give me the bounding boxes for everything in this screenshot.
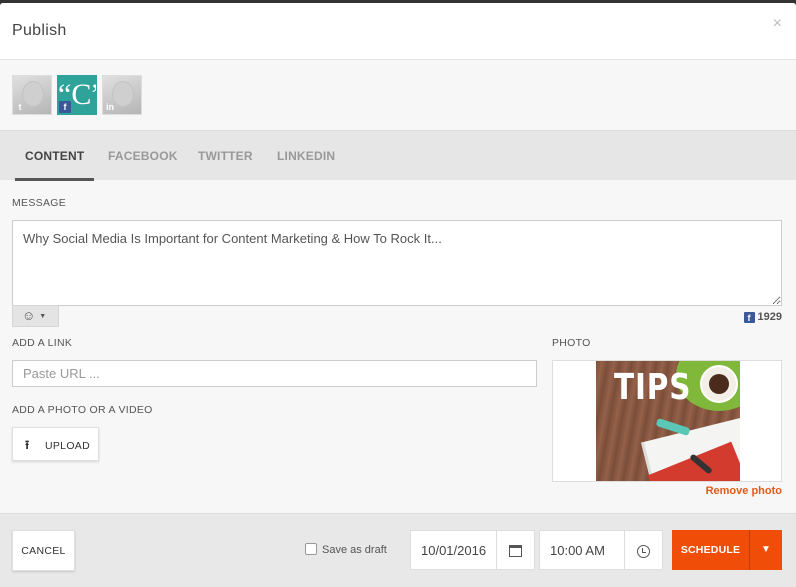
cancel-button[interactable]: CANCEL (12, 530, 75, 571)
upload-button[interactable]: ⭱ UPLOAD (12, 427, 99, 461)
close-icon[interactable]: × (773, 15, 782, 33)
dialog-footer: CANCEL Save as draft 10/01/2016 10:00 AM… (0, 513, 796, 587)
tab-linkedin[interactable]: LINKEDIN (277, 131, 335, 181)
schedule-button[interactable]: SCHEDULE (672, 530, 749, 570)
character-count: f 1929 (743, 311, 782, 323)
account-selector: t “C” f in (0, 60, 796, 130)
calendar-icon (509, 545, 522, 558)
link-label: ADD A LINK (12, 337, 73, 349)
save-as-draft-label: Save as draft (322, 544, 387, 556)
twitter-icon: t (18, 102, 22, 112)
clock-button[interactable] (624, 531, 662, 569)
time-value[interactable]: 10:00 AM (550, 543, 605, 558)
clock-icon (637, 544, 650, 558)
save-as-draft[interactable]: Save as draft (305, 543, 387, 556)
photo-thumbnail: TIPS (596, 361, 740, 481)
facebook-icon: f (59, 101, 71, 113)
calendar-button[interactable] (496, 531, 534, 569)
tab-twitter[interactable]: TWITTER (198, 131, 253, 181)
chevron-down-icon: ▼ (761, 544, 771, 555)
account-avatar-twitter[interactable]: t (12, 75, 52, 115)
smiley-icon: ☺ (22, 308, 36, 323)
time-picker[interactable]: 10:00 AM (539, 530, 663, 570)
media-label: ADD A PHOTO OR A VIDEO (12, 404, 153, 416)
date-picker[interactable]: 10/01/2016 (410, 530, 535, 570)
network-tabs: CONTENT FACEBOOK TWITTER LINKEDIN (0, 130, 796, 181)
account-avatar-linkedin[interactable]: in (102, 75, 142, 115)
facebook-icon: f (743, 312, 755, 323)
publish-dialog: Publish × t “C” f in CONTENT FACEBOOK TW… (0, 3, 796, 587)
dialog-title: Publish (12, 22, 67, 39)
linkedin-icon: in (106, 102, 114, 112)
upload-button-label: UPLOAD (45, 440, 90, 452)
schedule-options-button[interactable]: ▼ (749, 530, 782, 570)
character-count-value: 1929 (757, 311, 782, 323)
dialog-header: Publish × (0, 3, 796, 60)
save-as-draft-checkbox[interactable] (305, 543, 317, 555)
date-value[interactable]: 10/01/2016 (421, 543, 486, 558)
chevron-down-icon: ▼ (39, 312, 47, 320)
tab-content[interactable]: CONTENT (15, 131, 95, 181)
link-input[interactable] (12, 360, 537, 387)
remove-photo-link[interactable]: Remove photo (706, 485, 782, 497)
photo-label: PHOTO (552, 337, 591, 349)
photo-preview: TIPS (552, 360, 782, 482)
tab-facebook[interactable]: FACEBOOK (108, 131, 178, 181)
upload-icon: ⭱ (25, 438, 30, 452)
photo-text: TIPS (614, 367, 692, 408)
message-label: MESSAGE (12, 197, 67, 209)
message-input[interactable] (12, 220, 782, 306)
emoji-picker-button[interactable]: ☺ ▼ (12, 305, 59, 327)
account-avatar-facebook[interactable]: “C” f (57, 75, 97, 115)
